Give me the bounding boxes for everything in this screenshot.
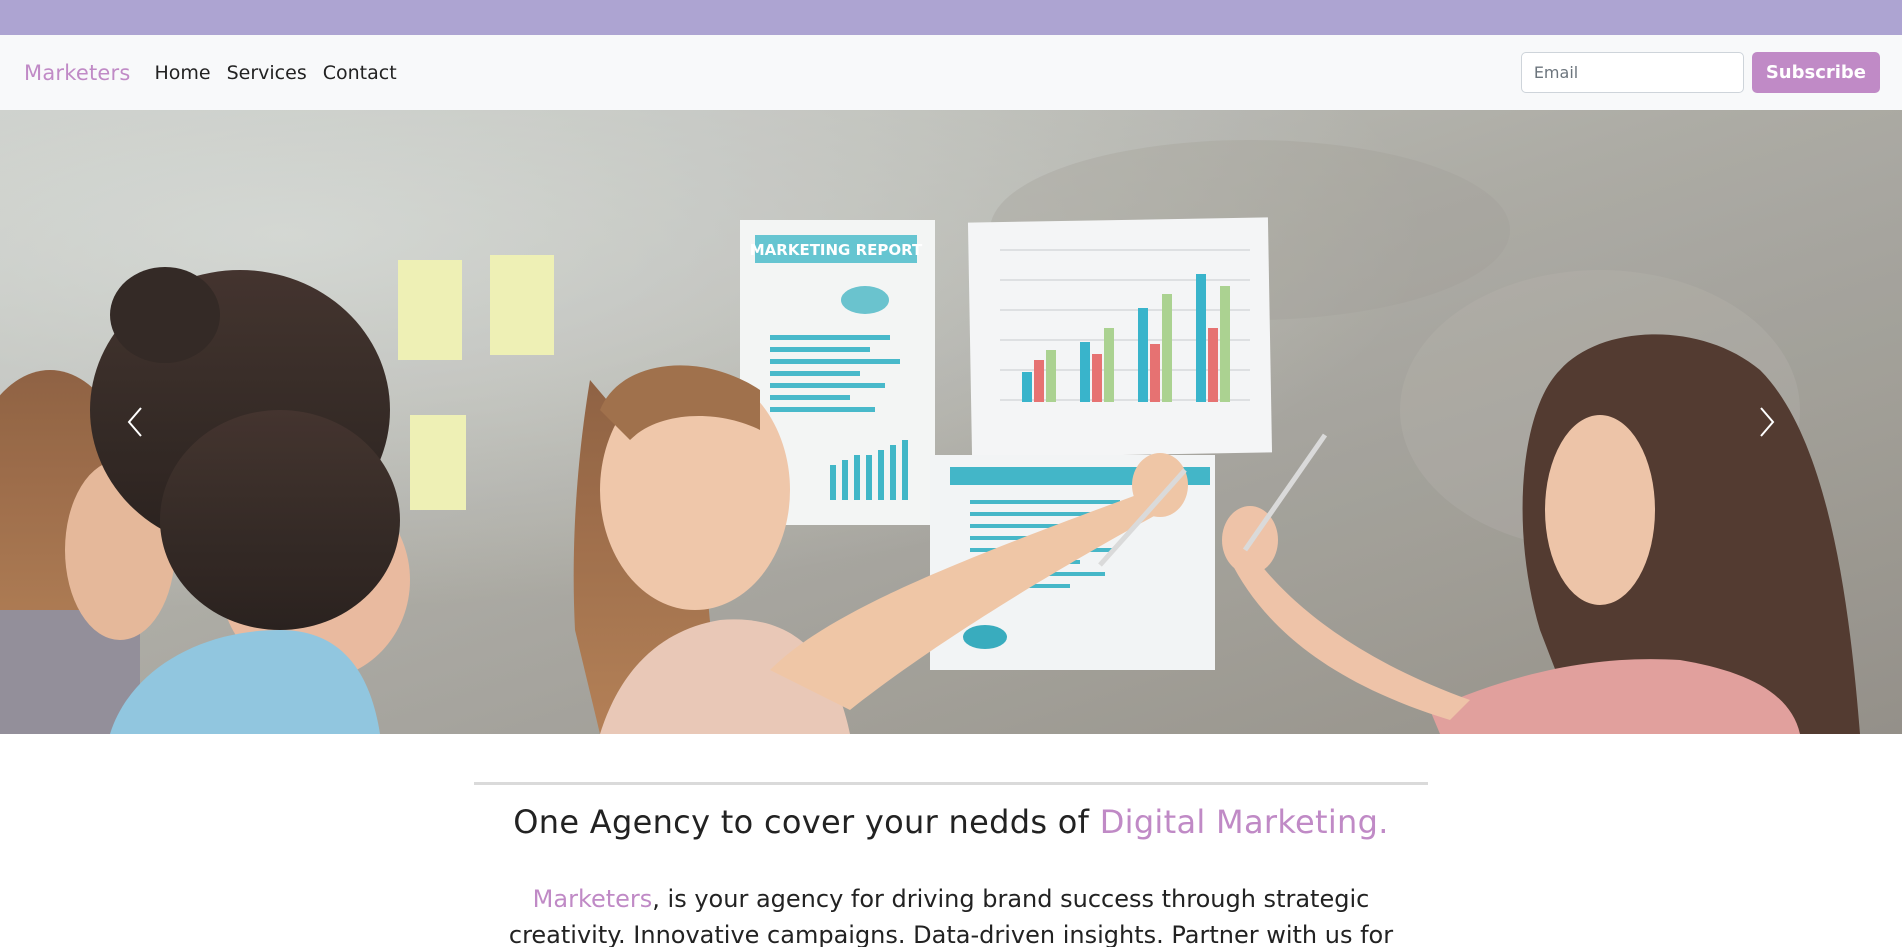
chevron-right-icon [1760, 407, 1775, 437]
headline-accent: Digital Marketing. [1099, 803, 1389, 841]
hero-image: MARKETING REPORT [0, 110, 1902, 734]
brand-logo[interactable]: Marketers [24, 61, 130, 85]
email-input[interactable] [1520, 52, 1744, 93]
intro-section: One Agency to cover your nedds of Digita… [0, 734, 1902, 947]
nav-link-home[interactable]: Home [154, 62, 210, 84]
nav-links: Home Services Contact [154, 62, 396, 84]
navbar: Marketers Home Services Contact Subscrib… [0, 35, 1902, 110]
carousel-next-button[interactable] [1692, 110, 1842, 734]
page-headline: One Agency to cover your nedds of Digita… [0, 803, 1902, 841]
about-paragraph: Marketers, is your agency for driving br… [486, 881, 1416, 947]
top-accent-bar [0, 0, 1902, 35]
subscribe-button[interactable]: Subscribe [1751, 52, 1880, 93]
nav-link-services[interactable]: Services [227, 62, 307, 84]
headline-text: One Agency to cover your nedds of [513, 803, 1100, 841]
hero-carousel: MARKETING REPORT [0, 110, 1902, 734]
about-brand: Marketers [532, 885, 653, 913]
nav-link-contact[interactable]: Contact [323, 62, 397, 84]
divider [474, 782, 1428, 785]
subscribe-form: Subscribe [1520, 52, 1880, 93]
carousel-prev-button[interactable] [60, 110, 210, 734]
chevron-left-icon [127, 407, 142, 437]
